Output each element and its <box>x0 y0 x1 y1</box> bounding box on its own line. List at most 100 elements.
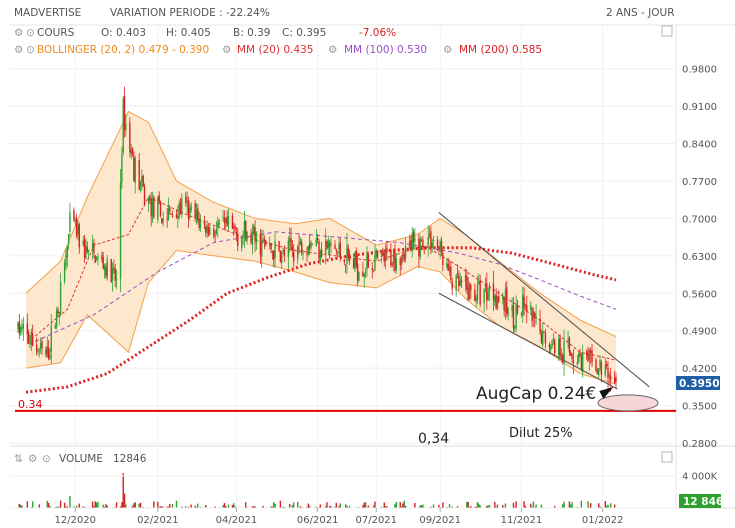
volume-bar <box>467 501 469 508</box>
change-value: -7.06% <box>359 27 397 39</box>
volume-bar <box>395 502 397 508</box>
candle-body <box>568 337 571 353</box>
candle-body <box>287 240 290 258</box>
mm20-settings-icon[interactable]: ⚙ <box>222 44 231 56</box>
candle-body <box>18 321 21 334</box>
candle-body <box>552 338 555 341</box>
last-price-badge-text: 0.3950 <box>679 378 720 390</box>
x-tick-label: 09/2021 <box>419 515 461 526</box>
candle-body <box>486 283 488 301</box>
candle-body <box>458 275 460 287</box>
candle-body <box>59 282 62 315</box>
candle-body <box>308 243 311 249</box>
candle-body <box>235 232 238 235</box>
volume-bar <box>157 501 159 508</box>
candle-body <box>558 338 560 355</box>
bollinger-settings-icon[interactable]: ⚙ <box>14 44 23 56</box>
volume-settings-icon[interactable]: ⚙ <box>28 453 37 465</box>
candle-body <box>167 208 170 219</box>
volume-visibility-icon[interactable]: ⊙ <box>42 453 51 465</box>
augcap-annotation: AugCap 0.24€ <box>476 384 596 404</box>
candle-body <box>559 337 561 358</box>
candle-body <box>327 241 330 249</box>
candle-body <box>362 271 364 277</box>
candle-body <box>125 123 127 131</box>
volume-value: 12846 <box>113 453 147 465</box>
low-value: B: 0.39 <box>233 27 271 39</box>
x-tick-label: 04/2021 <box>216 515 258 526</box>
volume-bar <box>570 504 572 508</box>
volume-bar <box>399 501 401 508</box>
volume-bar <box>171 504 174 508</box>
candle-body <box>129 122 131 153</box>
candle-body <box>134 157 136 183</box>
volume-bar <box>403 500 405 508</box>
candle-body <box>605 364 608 367</box>
candle-body <box>615 377 617 382</box>
candle-body <box>487 291 489 300</box>
y-tick-label: 0.6300 <box>682 252 717 263</box>
candle-body <box>550 347 552 350</box>
volume-bar <box>597 503 600 508</box>
volume-bar <box>532 501 535 508</box>
candle-body <box>243 221 246 236</box>
volume-bar <box>496 504 499 508</box>
candle-body <box>214 235 216 237</box>
candle-body <box>58 311 60 314</box>
candle <box>559 334 561 360</box>
candle-body <box>83 239 86 258</box>
candle-body <box>30 331 33 345</box>
candle <box>106 254 108 281</box>
volume-panel-expand-button[interactable] <box>661 451 673 463</box>
candle-body <box>432 239 435 242</box>
candle-body <box>548 344 551 348</box>
candle-body <box>35 344 38 352</box>
candle-body <box>226 216 228 227</box>
cours-settings-icon[interactable]: ⚙ <box>14 27 23 39</box>
candle-body <box>279 250 282 262</box>
candle-body <box>307 245 310 255</box>
y-tick-label: 0.2800 <box>682 439 717 450</box>
volume-bar <box>523 501 525 508</box>
candle <box>63 259 66 285</box>
candle <box>419 235 421 261</box>
candle-body <box>607 368 609 379</box>
candle-body <box>114 268 116 281</box>
cours-visibility-icon[interactable]: ⊙ <box>26 27 35 39</box>
mm100-settings-icon[interactable]: ⚙ <box>328 44 337 56</box>
volume-bar <box>326 502 328 508</box>
candle-body <box>540 333 543 343</box>
bollinger-visibility-icon[interactable]: ⊙ <box>26 44 35 56</box>
volume-bar <box>335 502 338 508</box>
candle-body <box>324 240 327 256</box>
candle-body <box>338 244 340 250</box>
candle-body <box>346 245 348 264</box>
candle-body <box>57 308 59 314</box>
candle-body <box>106 258 108 278</box>
candle-body <box>273 250 275 260</box>
candle-body <box>320 250 323 257</box>
y-tick-label: 0.4900 <box>682 327 717 338</box>
candle-body <box>534 312 536 318</box>
candle-body <box>608 374 611 377</box>
volume-bar <box>374 501 376 508</box>
candle-body <box>262 238 264 243</box>
stock-chart[interactable]: 0.9800 0.9100 0.8400 0.7700 0.7000 0.6300 0.56… <box>0 0 735 528</box>
volume-reorder-icon[interactable]: ⇅ <box>14 453 23 465</box>
price-panel-expand-button[interactable] <box>661 25 673 37</box>
candle-body <box>316 237 319 240</box>
candle-body <box>530 305 532 310</box>
candle-body <box>54 325 56 329</box>
candle-body <box>571 354 573 360</box>
candle-body <box>450 266 452 280</box>
candle-body <box>246 232 248 241</box>
volume-bar <box>394 504 396 508</box>
volume-bar <box>197 503 199 508</box>
candle-body <box>241 238 243 249</box>
candle-body <box>343 259 345 263</box>
candle-body <box>560 353 563 357</box>
highlight-ellipse <box>597 394 659 412</box>
period-selector[interactable]: 2 ANS - JOUR <box>606 7 675 19</box>
mm200-settings-icon[interactable]: ⚙ <box>443 44 452 56</box>
y-tick-label: 0.9100 <box>682 102 717 113</box>
